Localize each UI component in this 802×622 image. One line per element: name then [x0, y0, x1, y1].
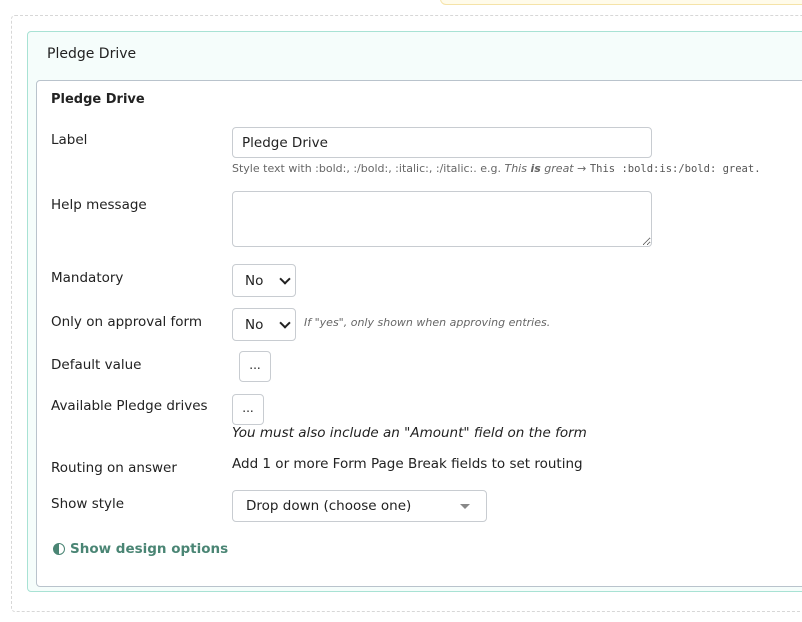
show-style-select[interactable]: Drop down (choose one): [232, 490, 487, 522]
design-link-label: Show design options: [70, 541, 229, 557]
field-editor-title: Pledge Drive: [51, 92, 145, 107]
approval-form-label: Only on approval form: [51, 314, 203, 330]
hint-arrow: →: [573, 162, 590, 175]
amount-field-note: You must also include an "Amount" field …: [232, 425, 587, 441]
mandatory-label: Mandatory: [51, 270, 124, 286]
help-message-textarea[interactable]: [232, 191, 652, 247]
routing-label: Routing on answer: [51, 460, 177, 476]
label-field-label: Label: [51, 132, 88, 148]
label-input[interactable]: [232, 127, 652, 158]
hint-example-great: great: [540, 162, 574, 175]
hint-code: This :bold:is:/bold: great.: [589, 163, 761, 175]
available-drives-label: Available Pledge drives: [51, 398, 208, 414]
routing-text: Add 1 or more Form Page Break fields to …: [232, 456, 583, 472]
formatting-hint: Style text with :bold:, :/bold:, :italic…: [232, 162, 761, 175]
show-design-options-link[interactable]: Show design options: [53, 541, 228, 557]
caret-down-icon: [460, 504, 470, 509]
approval-form-note: If "yes", only shown when approving entr…: [304, 316, 551, 329]
mandatory-value: No: [245, 272, 264, 289]
hint-example-this: This: [504, 162, 531, 175]
available-drives-button[interactable]: ...: [232, 394, 264, 425]
approval-form-value: No: [245, 316, 264, 333]
hint-example-is: is: [530, 162, 541, 175]
mandatory-select[interactable]: No: [232, 264, 296, 297]
contrast-icon: [53, 543, 65, 555]
show-style-label: Show style: [51, 496, 125, 512]
default-value-button[interactable]: ...: [239, 351, 271, 382]
hint-prefix: Style text with :bold:, :/bold:, :italic…: [232, 162, 505, 175]
chevron-down-icon: [279, 273, 291, 285]
show-style-value: Drop down (choose one): [246, 498, 412, 514]
default-value-label: Default value: [51, 357, 142, 373]
top-notice-banner: [440, 0, 802, 5]
chevron-down-icon: [279, 317, 291, 329]
help-message-label: Help message: [51, 197, 147, 213]
approval-form-select[interactable]: No: [232, 308, 296, 341]
panel-title: Pledge Drive: [47, 46, 137, 62]
